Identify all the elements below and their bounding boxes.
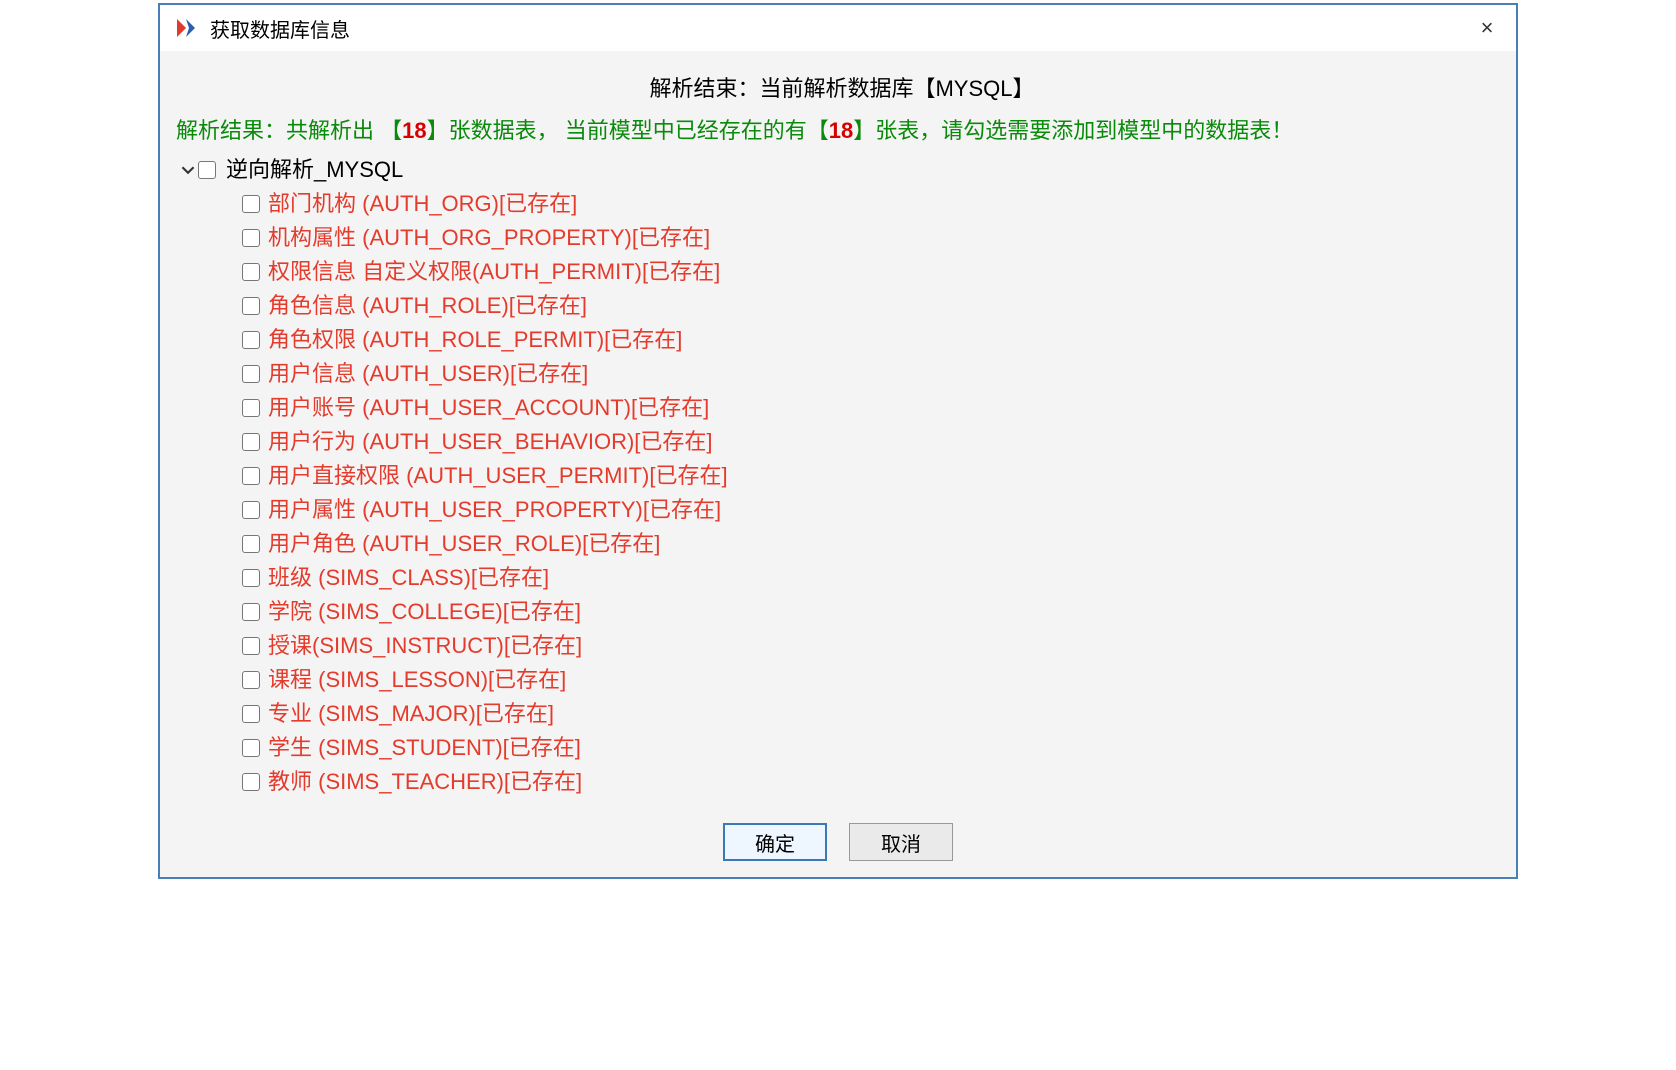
summary-suffix: 】张表，请勾选需要添加到模型中的数据表！ bbox=[853, 118, 1293, 143]
tree-root-row[interactable]: 逆向解析_MYSQL bbox=[178, 153, 1512, 187]
item-checkbox[interactable] bbox=[242, 773, 260, 791]
tree-item[interactable]: 授课(SIMS_INSTRUCT)[已存在] bbox=[178, 629, 1512, 663]
tree-item-label: 用户角色 (AUTH_USER_ROLE)[已存在] bbox=[268, 527, 660, 561]
item-checkbox[interactable] bbox=[242, 671, 260, 689]
item-checkbox[interactable] bbox=[242, 433, 260, 451]
dialog-body: 解析结束：当前解析数据库【MYSQL】 解析结果：共解析出 【18】张数据表， … bbox=[160, 51, 1516, 811]
tree-item[interactable]: 权限信息 自定义权限(AUTH_PERMIT)[已存在] bbox=[178, 255, 1512, 289]
tree-item-label: 部门机构 (AUTH_ORG)[已存在] bbox=[268, 187, 577, 221]
item-checkbox[interactable] bbox=[242, 399, 260, 417]
tree-root-label: 逆向解析_MYSQL bbox=[226, 153, 403, 187]
tree-item[interactable]: 班级 (SIMS_CLASS)[已存在] bbox=[178, 561, 1512, 595]
summary-count-parsed: 18 bbox=[402, 118, 426, 143]
tree-item[interactable]: 用户账号 (AUTH_USER_ACCOUNT)[已存在] bbox=[178, 391, 1512, 425]
chevron-down-icon[interactable] bbox=[178, 163, 198, 177]
tree-item-label: 用户信息 (AUTH_USER)[已存在] bbox=[268, 357, 588, 391]
item-checkbox[interactable] bbox=[242, 637, 260, 655]
item-checkbox[interactable] bbox=[242, 705, 260, 723]
tree-item-label: 学院 (SIMS_COLLEGE)[已存在] bbox=[268, 595, 581, 629]
cancel-button[interactable]: 取消 bbox=[849, 823, 953, 861]
root-checkbox[interactable] bbox=[198, 161, 216, 179]
tree-item-label: 课程 (SIMS_LESSON)[已存在] bbox=[268, 663, 566, 697]
parse-heading: 解析结束：当前解析数据库【MYSQL】 bbox=[172, 63, 1512, 109]
tree-item-label: 用户行为 (AUTH_USER_BEHAVIOR)[已存在] bbox=[268, 425, 713, 459]
tree-item-label: 角色信息 (AUTH_ROLE)[已存在] bbox=[268, 289, 587, 323]
tree-item-label: 学生 (SIMS_STUDENT)[已存在] bbox=[268, 731, 581, 765]
tree-item[interactable]: 角色权限 (AUTH_ROLE_PERMIT)[已存在] bbox=[178, 323, 1512, 357]
tree-item-label: 教师 (SIMS_TEACHER)[已存在] bbox=[268, 765, 582, 799]
cancel-label: 取消 bbox=[881, 828, 921, 857]
tree-item-label: 用户直接权限 (AUTH_USER_PERMIT)[已存在] bbox=[268, 459, 728, 493]
tree-item[interactable]: 学生 (SIMS_STUDENT)[已存在] bbox=[178, 731, 1512, 765]
summary-mid: 】张数据表， 当前模型中已经存在的有【 bbox=[427, 118, 829, 143]
item-checkbox[interactable] bbox=[242, 501, 260, 519]
ok-label: 确定 bbox=[755, 828, 795, 857]
item-checkbox[interactable] bbox=[242, 569, 260, 587]
item-checkbox[interactable] bbox=[242, 263, 260, 281]
item-checkbox[interactable] bbox=[242, 535, 260, 553]
tree-item-label: 专业 (SIMS_MAJOR)[已存在] bbox=[268, 697, 554, 731]
titlebar: 获取数据库信息 × bbox=[160, 5, 1516, 51]
tree-item[interactable]: 部门机构 (AUTH_ORG)[已存在] bbox=[178, 187, 1512, 221]
item-checkbox[interactable] bbox=[242, 195, 260, 213]
tree-item-label: 角色权限 (AUTH_ROLE_PERMIT)[已存在] bbox=[268, 323, 682, 357]
tree-item[interactable]: 角色信息 (AUTH_ROLE)[已存在] bbox=[178, 289, 1512, 323]
close-button[interactable]: × bbox=[1472, 13, 1502, 43]
item-checkbox[interactable] bbox=[242, 229, 260, 247]
item-checkbox[interactable] bbox=[242, 331, 260, 349]
tree-item[interactable]: 用户角色 (AUTH_USER_ROLE)[已存在] bbox=[178, 527, 1512, 561]
tree-item[interactable]: 用户信息 (AUTH_USER)[已存在] bbox=[178, 357, 1512, 391]
dialog-footer: 确定 取消 bbox=[160, 811, 1516, 877]
app-icon bbox=[174, 16, 198, 40]
ok-button[interactable]: 确定 bbox=[723, 823, 827, 861]
tree-item-label: 用户属性 (AUTH_USER_PROPERTY)[已存在] bbox=[268, 493, 721, 527]
tree-item[interactable]: 用户行为 (AUTH_USER_BEHAVIOR)[已存在] bbox=[178, 425, 1512, 459]
tree-item[interactable]: 用户属性 (AUTH_USER_PROPERTY)[已存在] bbox=[178, 493, 1512, 527]
dialog-title: 获取数据库信息 bbox=[210, 14, 1472, 43]
tree-item[interactable]: 专业 (SIMS_MAJOR)[已存在] bbox=[178, 697, 1512, 731]
item-checkbox[interactable] bbox=[242, 467, 260, 485]
tree-item-label: 权限信息 自定义权限(AUTH_PERMIT)[已存在] bbox=[268, 255, 720, 289]
item-checkbox[interactable] bbox=[242, 365, 260, 383]
tree-item-label: 班级 (SIMS_CLASS)[已存在] bbox=[268, 561, 549, 595]
tree-item[interactable]: 课程 (SIMS_LESSON)[已存在] bbox=[178, 663, 1512, 697]
tree-item[interactable]: 机构属性 (AUTH_ORG_PROPERTY)[已存在] bbox=[178, 221, 1512, 255]
tree-item[interactable]: 用户直接权限 (AUTH_USER_PERMIT)[已存在] bbox=[178, 459, 1512, 493]
tree-item-label: 用户账号 (AUTH_USER_ACCOUNT)[已存在] bbox=[268, 391, 709, 425]
tree-item[interactable]: 教师 (SIMS_TEACHER)[已存在] bbox=[178, 765, 1512, 799]
parse-summary: 解析结果：共解析出 【18】张数据表， 当前模型中已经存在的有【18】张表，请勾… bbox=[172, 109, 1512, 151]
item-checkbox[interactable] bbox=[242, 297, 260, 315]
item-checkbox[interactable] bbox=[242, 603, 260, 621]
summary-count-existing: 18 bbox=[829, 118, 853, 143]
dialog: 获取数据库信息 × 解析结束：当前解析数据库【MYSQL】 解析结果：共解析出 … bbox=[158, 3, 1518, 879]
tree-item-label: 授课(SIMS_INSTRUCT)[已存在] bbox=[268, 629, 582, 663]
tree-item[interactable]: 学院 (SIMS_COLLEGE)[已存在] bbox=[178, 595, 1512, 629]
table-tree: 逆向解析_MYSQL 部门机构 (AUTH_ORG)[已存在]机构属性 (AUT… bbox=[172, 151, 1512, 811]
close-icon: × bbox=[1481, 15, 1494, 41]
tree-item-label: 机构属性 (AUTH_ORG_PROPERTY)[已存在] bbox=[268, 221, 710, 255]
item-checkbox[interactable] bbox=[242, 739, 260, 757]
summary-prefix: 解析结果：共解析出 【 bbox=[176, 118, 402, 143]
